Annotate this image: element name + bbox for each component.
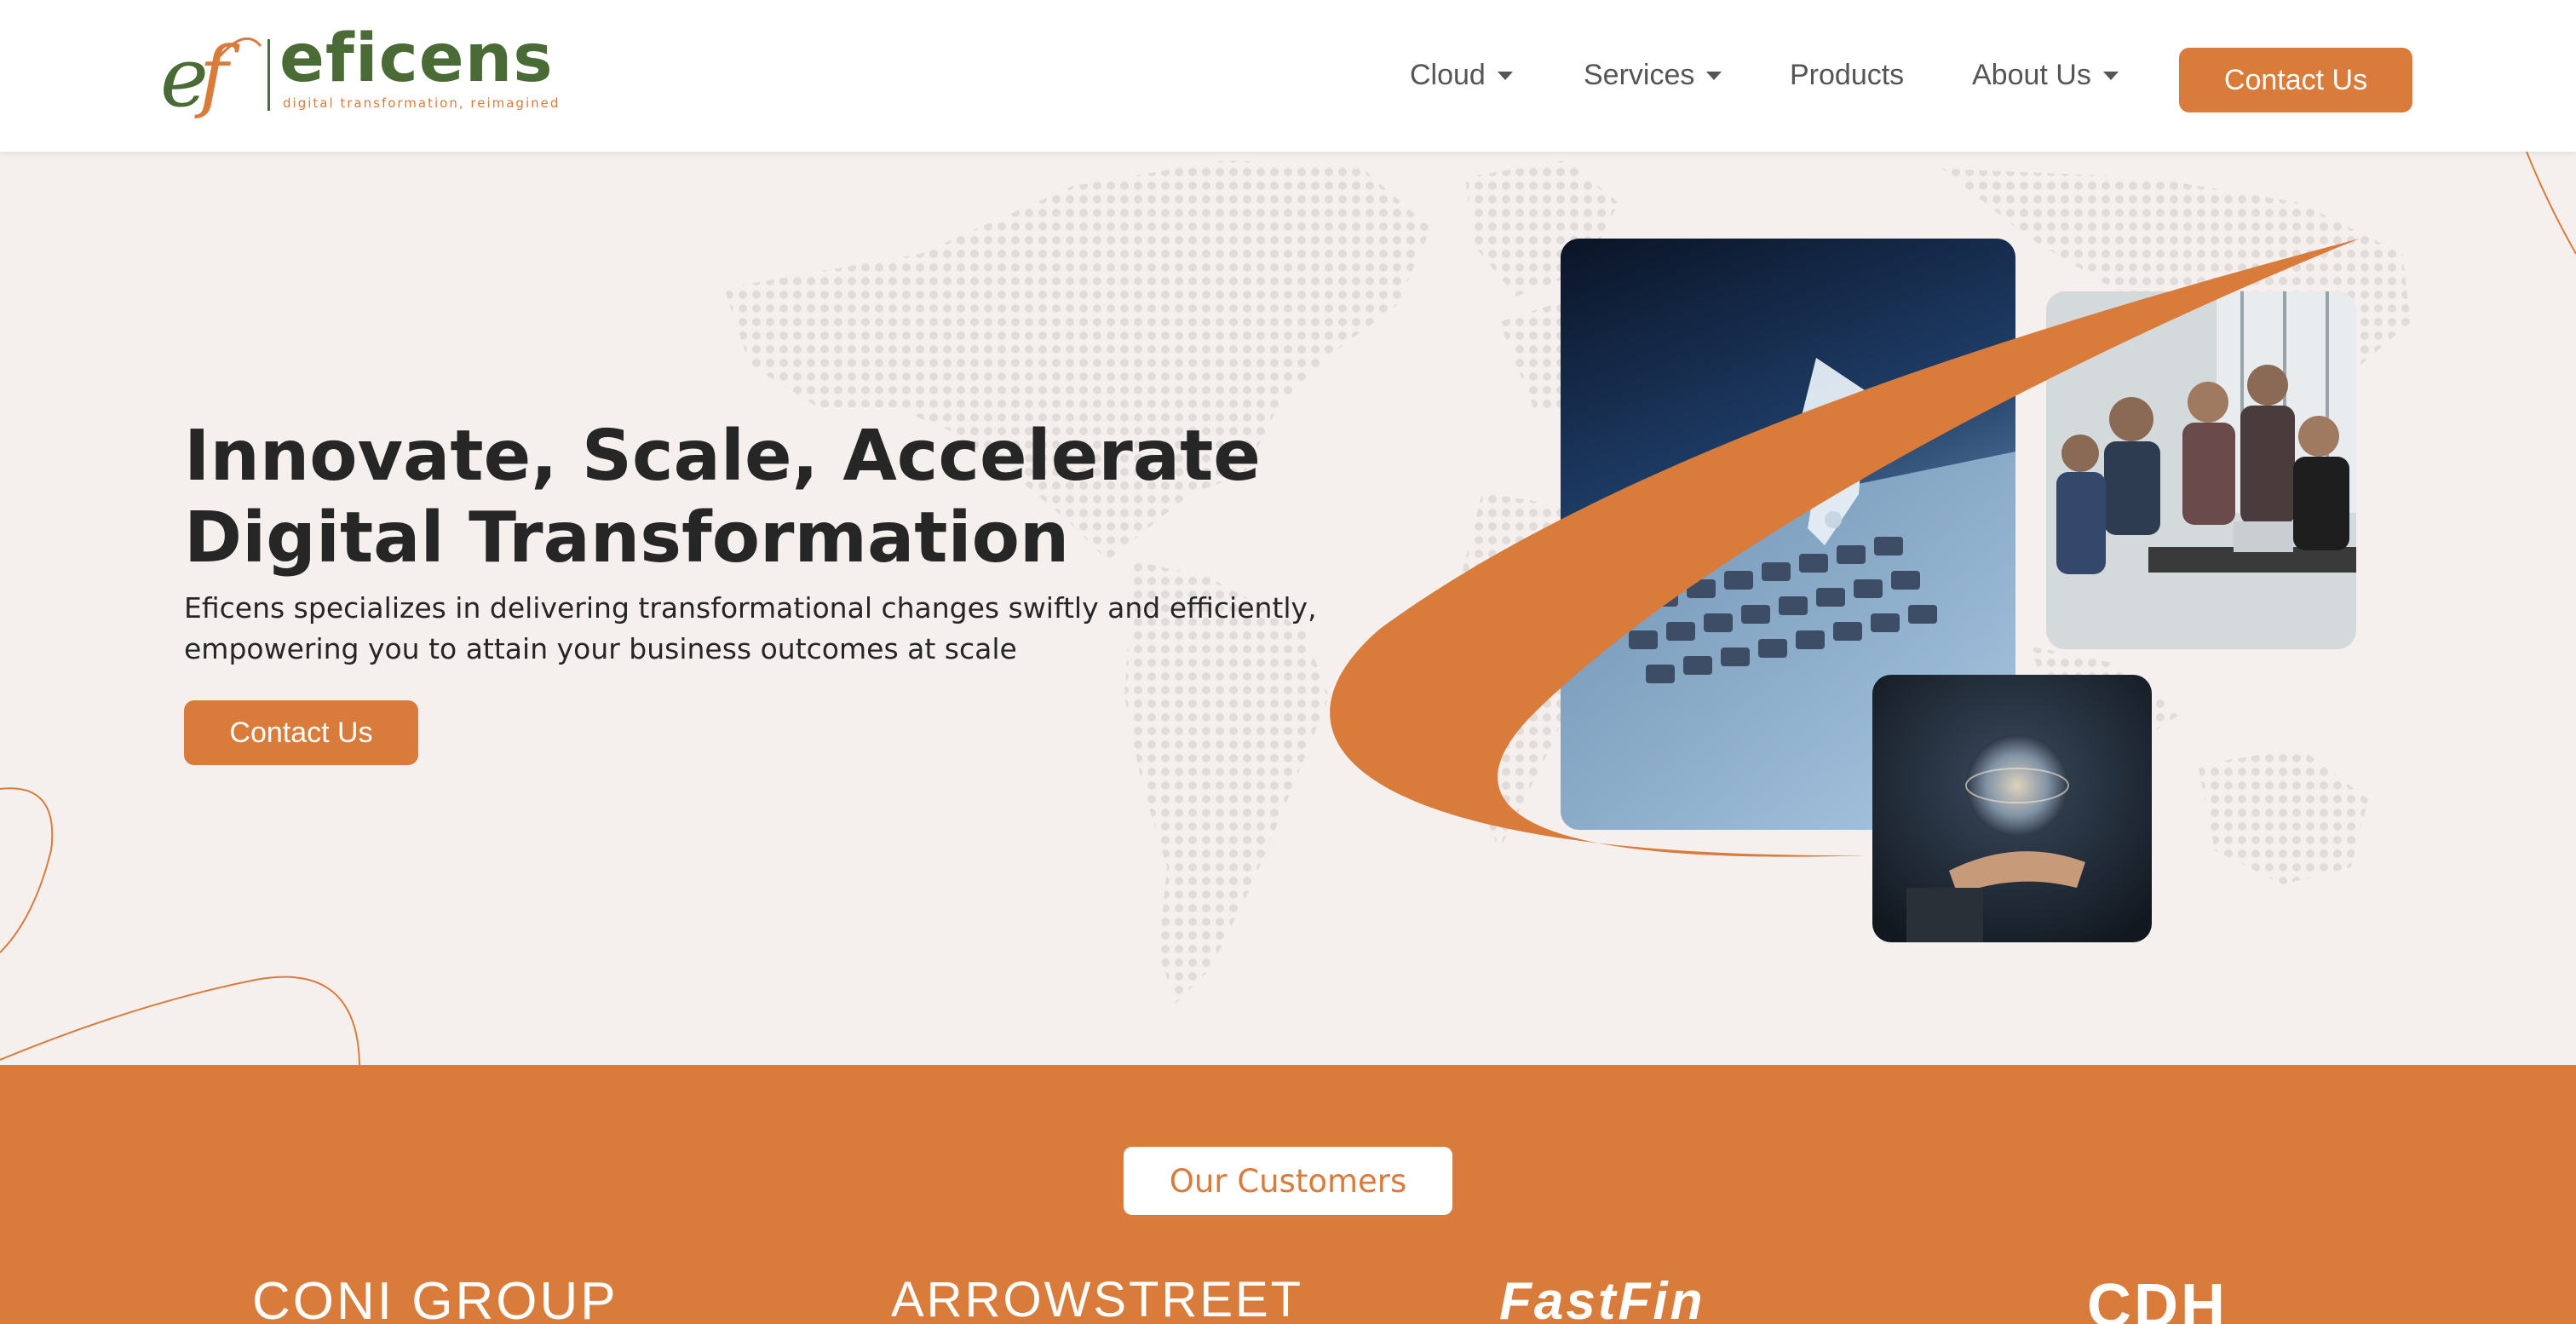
site-header: e f eficens digital transformation, reim… [0, 0, 2576, 152]
hero-title-line-1: Innovate, Scale, Accelerate [184, 416, 1261, 497]
eficens-logo-mark-icon: e f [160, 31, 262, 119]
customer-logo-fastfin: FastFin [1499, 1272, 1705, 1324]
nav-item-products[interactable]: Products [1790, 51, 1904, 99]
customer-logo-arrowstreet: ARROWSTREET [891, 1272, 1304, 1324]
photo-hand-globe [1872, 675, 2152, 942]
photo-team-meeting [2046, 291, 2356, 649]
nav-label-products: Products [1790, 58, 1905, 91]
nav-label-cloud: Cloud [1410, 58, 1486, 91]
customer-logo-cdh: CDH [2087, 1272, 2228, 1324]
brand-logo[interactable]: e f eficens digital transformation, reim… [160, 26, 558, 119]
customer-logo-coni-group: CONI GROUP [252, 1272, 618, 1324]
brand-tagline: digital transformation, reimagined [283, 95, 561, 111]
customers-section: Our Customers CONI GROUP ARROWSTREET Fas… [0, 1065, 2576, 1324]
nav-item-about-us[interactable]: About Us [1972, 51, 2119, 99]
nav-label-about-us: About Us [1972, 58, 2091, 91]
hero-title: Innovate, Scale, Accelerate Digital Tran… [184, 416, 1462, 579]
nav-item-cloud[interactable]: Cloud [1410, 51, 1513, 99]
header-contact-button[interactable]: Contact Us [2179, 48, 2412, 112]
brand-name: eficens [279, 20, 554, 97]
hero-description-line-2: empowering you to attain your business o… [184, 632, 1017, 665]
caret-down-icon [1497, 72, 1513, 80]
hero-contact-button[interactable]: Contact Us [184, 700, 418, 765]
hero-description: Eficens specializes in delivering transf… [184, 588, 1360, 670]
hero-title-line-2: Digital Transformation [184, 498, 1070, 579]
logo-divider [267, 39, 270, 111]
caret-down-icon [2102, 72, 2119, 80]
nav-label-services: Services [1584, 58, 1695, 91]
hero-description-line-1: Eficens specializes in delivering transf… [184, 591, 1317, 625]
customers-heading: Our Customers [1124, 1147, 1452, 1215]
caret-down-icon [1706, 72, 1722, 80]
hero-section: Innovate, Scale, Accelerate Digital Tran… [0, 152, 2576, 1065]
nav-item-services[interactable]: Services [1584, 51, 1722, 99]
